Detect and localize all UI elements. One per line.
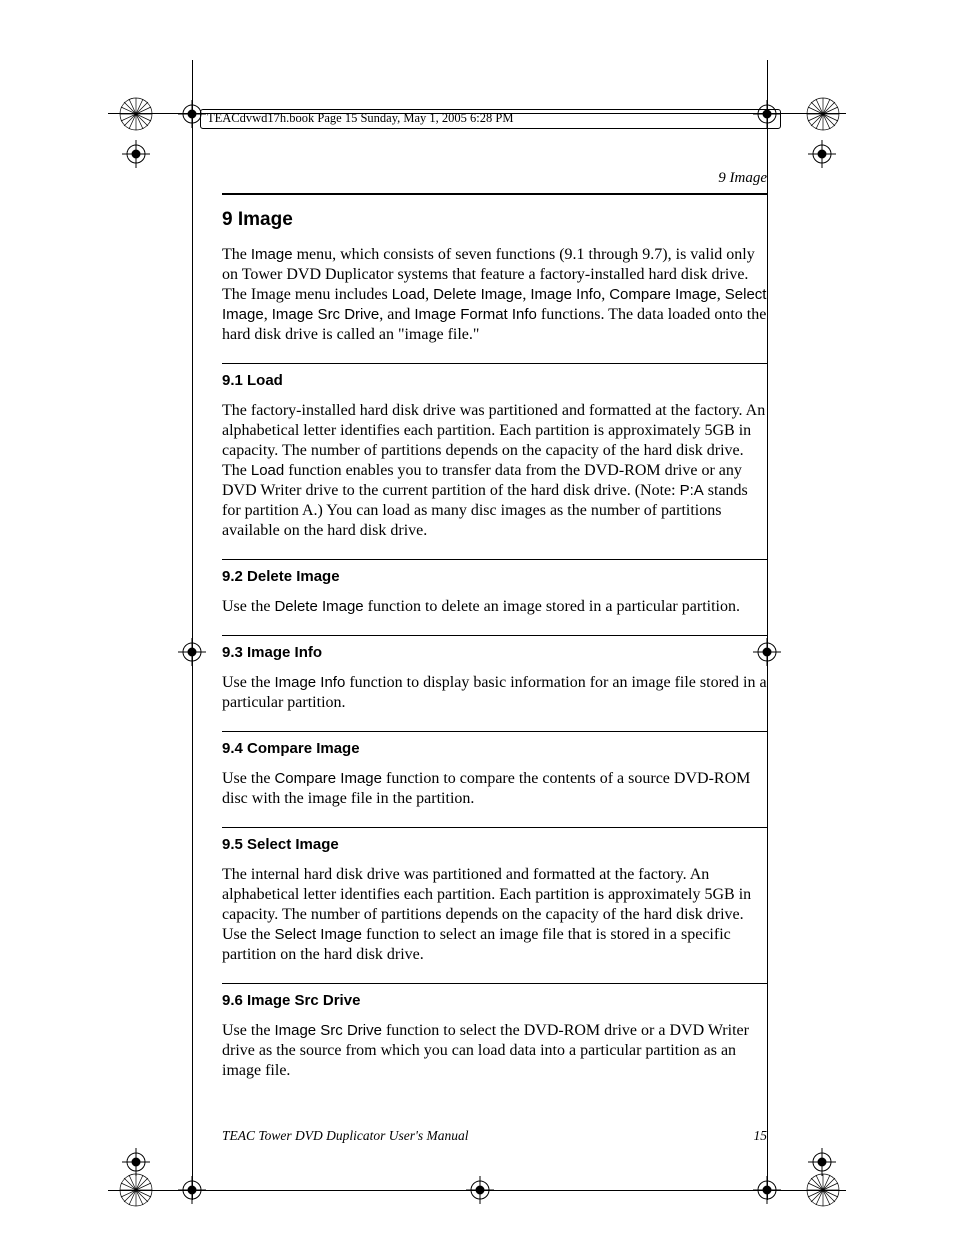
paragraph: Use the Image Src Drive function to sele… (222, 1021, 767, 1081)
subsection-heading: 9.4 Compare Image (222, 740, 767, 757)
crosshair-icon (808, 140, 836, 168)
fn: Image Src Drive (274, 1022, 382, 1039)
text: , and (379, 306, 414, 323)
fn: Load (392, 286, 425, 303)
section-title: 9 Image (222, 209, 767, 231)
subsection-heading: 9.3 Image Info (222, 644, 767, 661)
rule (222, 193, 767, 195)
rule (222, 559, 767, 560)
crop-line-right (767, 60, 768, 1200)
fn: Compare Image (609, 286, 717, 303)
text: Use the (222, 1022, 274, 1039)
rule (222, 827, 767, 828)
menu-name: Image (251, 246, 293, 263)
footer: TEAC Tower DVD Duplicator User's Manual … (222, 1128, 767, 1144)
fn: Image Src Drive (272, 306, 380, 323)
book-header: TEACdvwd17h.book Page 15 Sunday, May 1, … (200, 109, 781, 129)
crosshair-icon (466, 1176, 494, 1204)
text: Use the (222, 674, 274, 691)
subsection-heading: 9.5 Select Image (222, 836, 767, 853)
content-area: 9 Image 9 Image The Image menu, which co… (222, 170, 767, 1095)
paragraph: The internal hard disk drive was partiti… (222, 865, 767, 965)
crosshair-icon (178, 1176, 206, 1204)
text: function to delete an image stored in a … (364, 598, 740, 615)
paragraph: Use the Image Info function to display b… (222, 673, 767, 713)
text: , (264, 306, 272, 323)
page-number: 15 (754, 1128, 768, 1144)
fn: Image Info (274, 674, 345, 691)
fn: Delete Image (433, 286, 522, 303)
rosette-icon (805, 1172, 841, 1208)
fn: Image Format Info (414, 306, 537, 323)
intro-paragraph: The Image menu, which consists of seven … (222, 245, 767, 345)
text: , (425, 286, 433, 303)
crop-line-left (192, 60, 193, 1200)
fn: Select Image (274, 926, 362, 943)
subsection-heading: 9.2 Delete Image (222, 568, 767, 585)
text: Use the (222, 770, 274, 787)
running-head: 9 Image (222, 170, 767, 187)
page: TEACdvwd17h.book Page 15 Sunday, May 1, … (0, 0, 954, 1235)
subsection-heading: 9.1 Load (222, 372, 767, 389)
paragraph: Use the Delete Image function to delete … (222, 597, 767, 617)
fn: Delete Image (274, 598, 363, 615)
fn: Load (251, 462, 284, 479)
crosshair-icon (178, 638, 206, 666)
text: , (717, 286, 725, 303)
rosette-icon (805, 96, 841, 132)
fn: Image Info (530, 286, 601, 303)
rosette-icon (118, 1172, 154, 1208)
paragraph: Use the Compare Image function to compar… (222, 769, 767, 809)
fn: Compare Image (274, 770, 382, 787)
rule (222, 363, 767, 364)
rule (222, 731, 767, 732)
code: P:A (680, 482, 704, 499)
text: function enables you to transfer data fr… (222, 462, 742, 499)
paragraph: The factory-installed hard disk drive wa… (222, 401, 767, 541)
text: Use the (222, 598, 274, 615)
rule (222, 983, 767, 984)
rosette-icon (118, 96, 154, 132)
rule (222, 635, 767, 636)
text: The (222, 246, 251, 263)
text: , (601, 286, 609, 303)
crosshair-icon (753, 1176, 781, 1204)
crosshair-icon (122, 140, 150, 168)
subsection-heading: 9.6 Image Src Drive (222, 992, 767, 1009)
footer-title: TEAC Tower DVD Duplicator User's Manual (222, 1128, 469, 1144)
